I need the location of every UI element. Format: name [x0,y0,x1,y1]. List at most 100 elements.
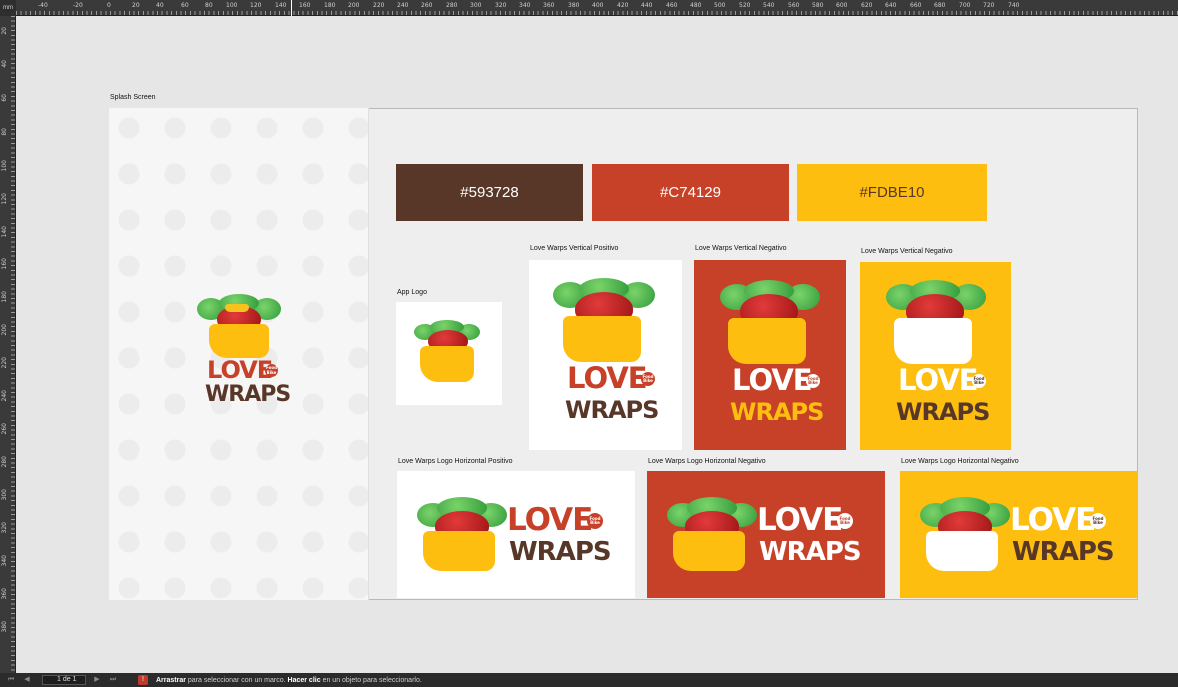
artboard-name-label[interactable]: Splash Screen [110,94,156,101]
ruler-tick-label: 400 [592,2,604,9]
caption-vertical-positive: Love Warps Vertical Positivo [530,245,619,252]
color-swatch-brown[interactable]: #593728 [396,164,583,221]
splash-screen-panel[interactable]: LOVE Food Bike WRAPS [109,108,369,600]
ruler-tick-label: 660 [910,2,922,9]
ruler-tickmarks [11,16,15,673]
ruler-tick-label: 140 [275,2,287,9]
ruler-tick-label: 300 [470,2,482,9]
swatch-hex-label: #FDBE10 [859,184,925,201]
caption-vertical-negative-red: Love Warps Vertical Negativo [695,245,787,252]
vertical-positive-tile[interactable]: LOVE Food Bike WRAPS [529,260,682,450]
app-logo-tile[interactable] [396,302,502,405]
horizontal-ruler[interactable] [0,0,1178,16]
ruler-tick-label: 700 [959,2,971,9]
ruler-tick-label: 320 [1,522,8,534]
wrap-shape [209,324,269,358]
ruler-tick-label: 340 [1,555,8,567]
vertical-negative-yellow-tile[interactable]: LOVE Food Bike WRAPS [860,262,1011,450]
caption-horizontal-negative-red: Love Warps Logo Horizontal Negativo [648,458,766,465]
ruler-tick-label: 180 [1,291,8,303]
alert-icon[interactable]: ! [138,675,148,685]
ruler-tick-label: 480 [690,2,702,9]
love-wraps-vertical-logo[interactable]: LOVE Food Bike WRAPS [195,294,291,419]
ruler-tick-label: 140 [1,226,8,238]
ruler-tick-label: 240 [397,2,409,9]
ruler-tick-label: 200 [1,324,8,336]
ruler-tick-label: 540 [763,2,775,9]
color-swatch-red[interactable]: #C74129 [592,164,789,221]
ruler-tick-label: 100 [226,2,238,9]
ruler-tick-label: 80 [1,128,8,136]
status-drag-bold: Arrastrar [156,676,186,684]
vertical-ruler[interactable] [0,16,16,673]
cheese-shape [225,304,249,312]
ruler-tick-label: 260 [421,2,433,9]
ruler-tick-label: 500 [714,2,726,9]
ruler-tick-label: 560 [788,2,800,9]
horizontal-negative-yellow-tile[interactable]: LOVE Food Bike WRAPS [900,471,1138,598]
ruler-tick-label: 20 [132,2,140,9]
ruler-unit-corner[interactable]: mm [0,0,16,16]
logo-word-love: LOVE [757,502,843,538]
next-page-icon[interactable]: ▶ [92,675,102,685]
horizontal-negative-red-tile[interactable]: LOVE Food Bike WRAPS [647,471,885,598]
logo-word-love: LOVE [1010,502,1096,538]
status-click-text: en un objeto para seleccionarlo. [320,676,422,684]
ruler-tick-label: 180 [324,2,336,9]
ruler-tick-label: 440 [641,2,653,9]
logo-word-wraps: WRAPS [565,396,659,424]
ruler-tick-label: 60 [1,94,8,102]
ruler-tick-label: 280 [1,456,8,468]
ruler-tick-label: 260 [1,423,8,435]
ruler-tick-label: 300 [1,489,8,501]
food-bike-badge: Food Bike [265,364,278,377]
wrap-shape [673,531,745,571]
ruler-tick-label: 360 [543,2,555,9]
logo-word-wraps: WRAPS [896,398,990,426]
food-bike-badge: Food Bike [806,374,820,388]
ruler-tick-label: 420 [617,2,629,9]
ruler-tick-label: 220 [1,357,8,369]
logo-word-love: LOVE [732,363,813,397]
ruler-tick-label: 580 [812,2,824,9]
logo-word-wraps: WRAPS [730,398,824,426]
first-page-icon[interactable]: ⏮ [6,675,16,685]
ruler-tick-label: 380 [568,2,580,9]
color-swatch-yellow[interactable]: #FDBE10 [797,164,987,221]
food-bike-badge: Food Bike [587,513,603,529]
horizontal-positive-tile[interactable]: LOVE Food Bike WRAPS [397,471,635,598]
caption-horizontal-positive: Love Warps Logo Horizontal Positivo [398,458,513,465]
ruler-tick-label: 120 [1,193,8,205]
status-drag-text: para seleccionar con un marco. [185,676,288,684]
caption-app-logo: App Logo [397,289,427,296]
ruler-tick-label: 600 [836,2,848,9]
ruler-tick-label: 740 [1008,2,1020,9]
ruler-tick-label: -40 [38,2,48,9]
ruler-tick-label: 520 [739,2,751,9]
ruler-tick-label: 40 [156,2,164,9]
last-page-icon[interactable]: ⏭ [108,675,118,685]
ruler-tick-label: 80 [205,2,213,9]
previous-page-icon[interactable]: ◀ [22,675,32,685]
ruler-tick-label: 40 [1,60,8,68]
page-indicator[interactable]: 1 de 1 [42,675,86,685]
ruler-tick-label: 220 [373,2,385,9]
vertical-negative-red-tile[interactable]: LOVE Food Bike WRAPS [694,260,846,450]
food-bike-badge: Food Bike [972,374,986,388]
swatch-hex-label: #593728 [460,184,519,201]
status-message: Arrastrar para seleccionar con un marco.… [156,677,422,684]
logo-word-wraps: WRAPS [205,382,291,407]
ruler-tick-label: 60 [181,2,189,9]
ruler-tickmarks [16,11,1178,15]
logo-word-wraps: WRAPS [1012,537,1115,567]
status-click-bold: Hacer clic [287,676,321,684]
ruler-tick-label: 460 [666,2,678,9]
swatch-hex-label: #C74129 [660,184,721,201]
caption-horizontal-negative-yellow: Love Warps Logo Horizontal Negativo [901,458,1019,465]
ruler-tick-label: 640 [885,2,897,9]
illustrator-workspace: mm -40 -20 0 20 40 60 80 100 120 140 160… [0,0,1178,687]
ruler-tick-label: 380 [1,621,8,633]
ruler-tick-label: 240 [1,390,8,402]
logo-word-love: LOVE [898,363,979,397]
ruler-tick-label: 160 [299,2,311,9]
